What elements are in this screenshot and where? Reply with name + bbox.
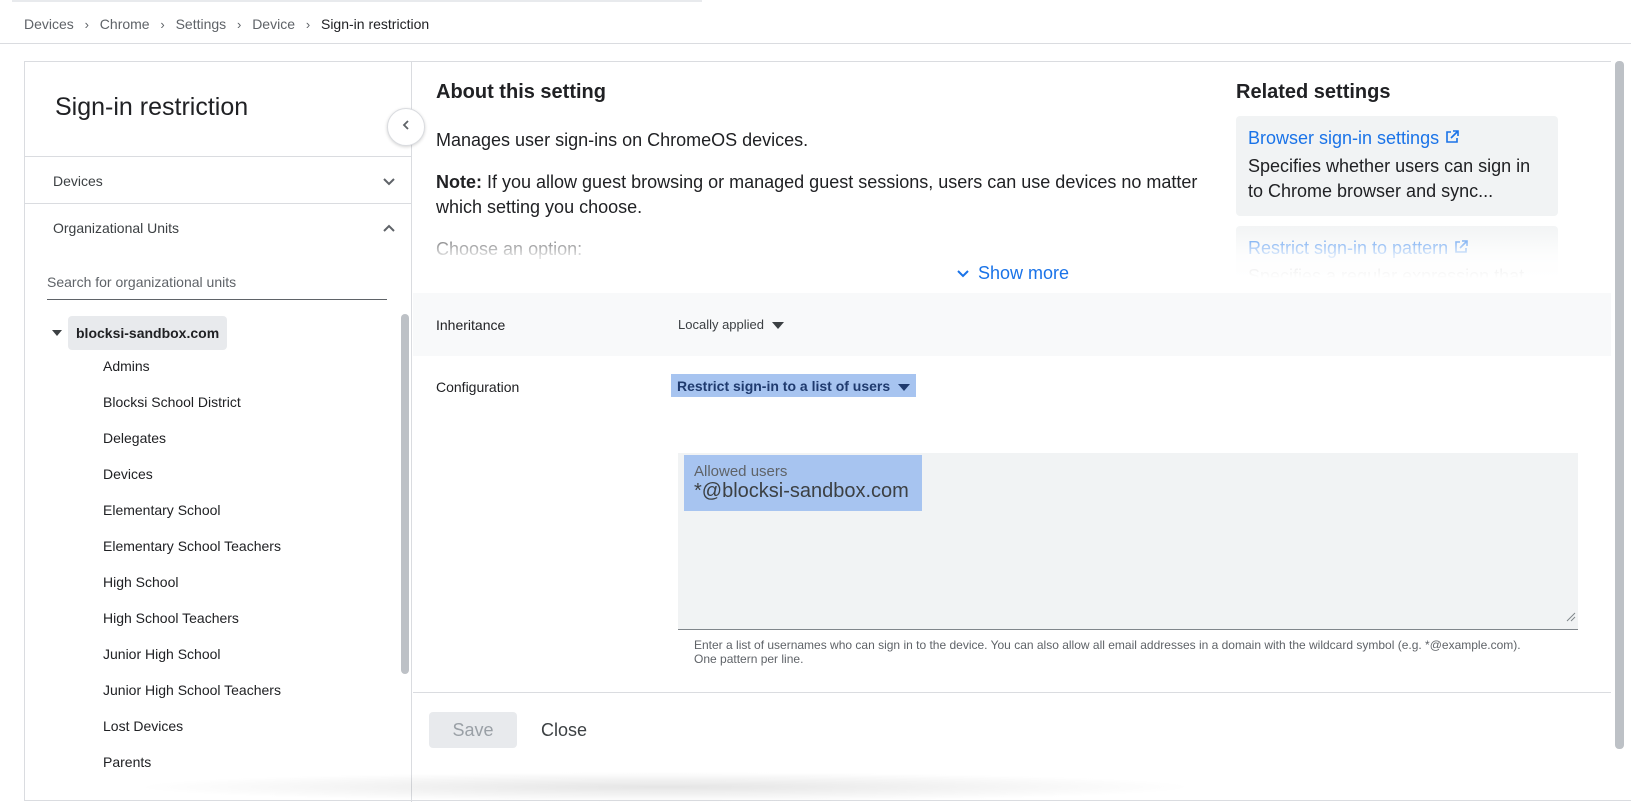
accordion-devices-label: Devices	[53, 173, 103, 189]
close-button[interactable]: Close	[533, 712, 595, 748]
note-label: Note:	[436, 172, 482, 192]
related-link[interactable]: Restrict sign-in to pattern	[1248, 238, 1546, 259]
collapse-sidebar-button[interactable]	[387, 108, 425, 146]
dropdown-arrow-icon	[772, 317, 785, 332]
ou-sidebar: Sign-in restriction Devices Organization…	[25, 62, 412, 802]
configuration-value: Restrict sign-in to a list of users	[677, 377, 891, 394]
related-link[interactable]: Browser sign-in settings	[1248, 128, 1546, 149]
root-ou-chip[interactable]: blocksi-sandbox.com	[68, 316, 228, 350]
related-heading: Related settings	[1236, 81, 1391, 103]
resize-grip-icon[interactable]	[1566, 609, 1576, 627]
related-card[interactable]: Restrict sign-in to pattern Specifies a …	[1236, 226, 1558, 292]
chevron-down-icon	[956, 263, 970, 284]
page-scrollbar-thumb[interactable]	[1615, 61, 1624, 749]
configuration-dropdown[interactable]: Restrict sign-in to a list of users	[671, 374, 917, 397]
bottom-shadow	[130, 772, 1200, 802]
allowed-users-help: Enter a list of usernames who can sign i…	[694, 638, 1521, 666]
setting-detail: About this setting Manages user sign-ins…	[413, 62, 1631, 802]
related-link-label: Browser sign-in settings	[1248, 128, 1440, 148]
top-bar: Devices › Chrome › Settings › Device › S…	[0, 0, 1631, 44]
related-settings: Related settings Browser sign-in setting…	[1236, 81, 1558, 302]
about-note: Note: If you allow guest browsing or man…	[436, 170, 1211, 220]
related-desc: Specifies whether users can sign in to C…	[1248, 156, 1531, 201]
ou-item[interactable]: Admins	[103, 348, 281, 384]
chevron-right-icon: ›	[160, 16, 165, 32]
tree-root[interactable]: blocksi-sandbox.com	[47, 316, 228, 350]
allowed-users-textarea[interactable]: Allowed users *@blocksi-sandbox.com	[678, 453, 1578, 630]
settings-panel: Sign-in restriction Devices Organization…	[24, 61, 1631, 802]
chevron-right-icon: ›	[237, 16, 242, 32]
breadcrumb-chrome[interactable]: Chrome	[100, 16, 150, 32]
dropdown-arrow-icon	[898, 378, 911, 394]
ou-item[interactable]: Delegates	[103, 420, 281, 456]
choose-option-text: Choose an option:	[436, 239, 583, 259]
related-desc: Specifies a regular expression that	[1248, 266, 1525, 286]
note-text: If you allow guest browsing or managed g…	[436, 172, 1198, 217]
inheritance-dropdown[interactable]: Locally applied	[678, 317, 785, 332]
divider	[413, 692, 1631, 693]
save-button[interactable]: Save	[429, 712, 517, 748]
related-link-label: Restrict sign-in to pattern	[1248, 238, 1449, 258]
chevron-right-icon: ›	[305, 16, 311, 32]
ou-list-scrollbar[interactable]	[401, 314, 409, 674]
ou-item[interactable]: High School	[103, 564, 281, 600]
chevron-down-icon	[381, 173, 397, 192]
ou-item[interactable]: Elementary School Teachers	[103, 528, 281, 564]
allowed-users-label: Allowed users	[694, 463, 788, 480]
open-in-new-icon	[1445, 128, 1459, 149]
ou-item[interactable]: Junior High School	[103, 636, 281, 672]
inheritance-value: Locally applied	[678, 317, 765, 332]
ou-search-input[interactable]: Search for organizational units	[47, 270, 387, 300]
loading-bar	[12, 0, 702, 2]
ou-item[interactable]: Lost Devices	[103, 708, 281, 744]
ou-list: Admins Blocksi School District Delegates…	[103, 348, 281, 780]
accordion-devices[interactable]: Devices	[25, 156, 411, 205]
accordion-org-units-label: Organizational Units	[53, 220, 180, 236]
configuration-label: Configuration	[436, 379, 520, 395]
show-more-label: Show more	[978, 263, 1070, 283]
ou-item[interactable]: Devices	[103, 456, 281, 492]
breadcrumb-devices[interactable]: Devices	[24, 16, 74, 32]
breadcrumb-settings[interactable]: Settings	[176, 16, 227, 32]
ou-item[interactable]: Junior High School Teachers	[103, 672, 281, 708]
breadcrumb: Devices › Chrome › Settings › Device › S…	[24, 16, 429, 32]
about-description: Manages user sign-ins on ChromeOS device…	[436, 130, 809, 150]
inheritance-row: Inheritance Locally applied	[413, 293, 1631, 356]
accordion-org-units[interactable]: Organizational Units	[25, 203, 411, 252]
show-more-button[interactable]: Show more	[956, 263, 1069, 284]
chevron-up-icon	[381, 220, 397, 239]
chevron-left-icon	[400, 118, 412, 136]
allowed-users-value[interactable]: *@blocksi-sandbox.com	[694, 480, 909, 503]
about-heading: About this setting	[436, 81, 606, 103]
related-card[interactable]: Browser sign-in settings Specifies wheth…	[1236, 116, 1558, 216]
breadcrumb-current: Sign-in restriction	[320, 16, 430, 32]
open-in-new-icon	[1454, 238, 1468, 259]
chevron-right-icon: ›	[84, 16, 89, 32]
inheritance-label: Inheritance	[436, 317, 506, 333]
ou-item[interactable]: Blocksi School District	[103, 384, 281, 420]
page-title: Sign-in restriction	[55, 93, 249, 121]
page-scrollbar[interactable]	[1611, 61, 1631, 791]
breadcrumb-device[interactable]: Device	[252, 16, 295, 32]
ou-item[interactable]: Elementary School	[103, 492, 281, 528]
about-section: About this setting Manages user sign-ins…	[436, 81, 1211, 281]
ou-item[interactable]: High School Teachers	[103, 600, 281, 636]
expand-triangle-icon[interactable]	[47, 329, 67, 337]
